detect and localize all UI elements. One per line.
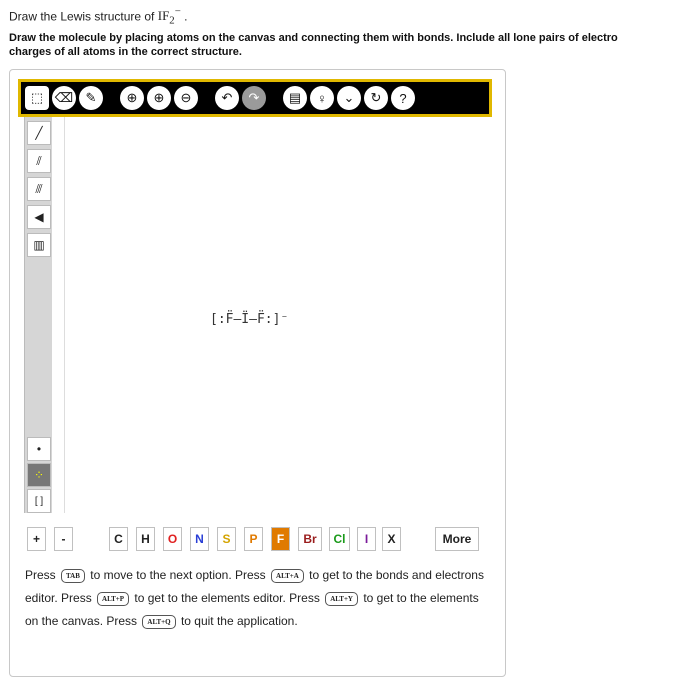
element-button-s[interactable]: S: [217, 527, 236, 551]
instructions-line-2: charges of all atoms in the correct stru…: [9, 46, 242, 58]
formula: IF2−: [157, 6, 181, 27]
alt-y-key: ALT+Y: [325, 591, 358, 606]
element-button-f[interactable]: F: [271, 527, 290, 551]
element-button-br[interactable]: Br: [298, 527, 322, 551]
undo-icon[interactable]: ↶: [215, 86, 239, 110]
zoom-fit-icon[interactable]: ⊕: [120, 86, 144, 110]
instructions-line-1: Draw the molecule by placing atoms on th…: [9, 32, 618, 44]
lewis-structure[interactable]: [:F̈—Ï—F̈:]⁻: [210, 312, 288, 327]
alt-a-key: ALT+A: [271, 568, 304, 583]
alt-p-key: ALT+P: [97, 591, 130, 606]
left-toolbar: ╱ ⫽ ⫻ ◀ ▥ • ⁘ [ ]: [24, 117, 52, 513]
double-bond-icon[interactable]: ⫽: [27, 149, 51, 173]
lone-pair-icon[interactable]: ⁘: [27, 463, 51, 487]
eraser-icon[interactable]: ⌫: [52, 86, 76, 110]
tab-key: TAB: [61, 568, 85, 583]
zoom-out-icon[interactable]: ⊖: [174, 86, 198, 110]
element-button-c[interactable]: C: [109, 527, 128, 551]
increase-charge-button[interactable]: +: [27, 527, 46, 551]
top-toolbar: ⬚ ⌫ ✎ ⊕ ⊕ ⊖ ↶ ↷ ▤ ♀ ⌄ ↻ ?: [18, 79, 492, 117]
triple-bond-icon[interactable]: ⫻: [27, 177, 51, 201]
question-title: Draw the Lewis structure of IF2− .: [9, 6, 188, 27]
question-prefix: Draw the Lewis structure of: [9, 9, 158, 24]
bracket-icon[interactable]: [ ]: [27, 489, 51, 513]
question-instructions: Draw the molecule by placing atoms on th…: [9, 31, 676, 59]
question-suffix: .: [180, 9, 188, 24]
hint-icon[interactable]: ♀: [310, 86, 334, 110]
element-button-o[interactable]: O: [163, 527, 182, 551]
element-bar: + - C H O N S P F Br Cl I X More: [18, 527, 488, 553]
help-icon[interactable]: ?: [391, 86, 415, 110]
zoom-in-icon[interactable]: ⊕: [147, 86, 171, 110]
alt-q-key: ALT+Q: [142, 614, 176, 629]
more-elements-button[interactable]: More: [435, 527, 479, 551]
decrease-charge-button[interactable]: -: [54, 527, 73, 551]
element-button-x[interactable]: X: [382, 527, 401, 551]
reset-icon[interactable]: ↻: [364, 86, 388, 110]
formula-base: IF: [157, 8, 170, 24]
redo-icon[interactable]: ↷: [242, 86, 266, 110]
single-bond-icon[interactable]: ╱: [27, 121, 51, 145]
radical-icon[interactable]: •: [27, 437, 51, 461]
element-button-h[interactable]: H: [136, 527, 155, 551]
element-button-p[interactable]: P: [244, 527, 263, 551]
pencil-icon[interactable]: ✎: [79, 86, 103, 110]
element-button-cl[interactable]: Cl: [329, 527, 350, 551]
hash-bond-icon[interactable]: ▥: [27, 233, 51, 257]
keyboard-help: Press TAB to move to the next option. Pr…: [25, 568, 484, 629]
wedge-bond-icon[interactable]: ◀: [27, 205, 51, 229]
select-icon[interactable]: ⬚: [25, 86, 49, 110]
template-icon[interactable]: ▤: [283, 86, 307, 110]
element-button-i[interactable]: I: [357, 527, 376, 551]
element-button-n[interactable]: N: [190, 527, 209, 551]
chevron-down-icon[interactable]: ⌄: [337, 86, 361, 110]
